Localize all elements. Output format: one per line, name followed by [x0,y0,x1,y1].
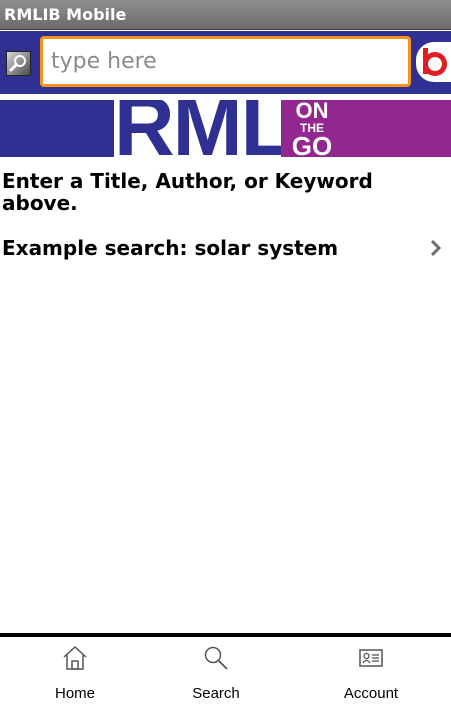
tab-home-label: Home [54,685,95,702]
tab-search-label: Search [192,685,240,702]
bottom-tab-bar: Home Search Account [0,637,451,709]
app-title: RMLIB Mobile [4,5,127,24]
account-card-icon [359,649,383,667]
search-instructions: Enter a Title, Author, or Keyword above. [2,169,373,215]
home-icon [63,645,87,670]
banner-on-text: ON [295,100,329,123]
search-icon [204,646,228,670]
b-logo-icon [423,48,447,76]
example-search-row[interactable]: Example search: solar system [0,234,451,262]
rml-on-the-go-banner: RML ON THE GO [0,100,451,157]
tab-account-label: Account [343,685,399,702]
search-input[interactable] [40,36,411,87]
banner-rml-text: RML [114,100,281,157]
search-bar [0,31,451,94]
banner-go-text: GO [291,131,333,157]
app-title-bar: RMLIB Mobile [0,0,451,30]
tab-home[interactable]: Home [0,637,150,709]
brand-logo[interactable] [416,42,451,82]
chevron-right-icon [430,239,442,257]
banner-on-the-go: ON THE GO [287,100,337,157]
magnifier-icon [9,55,26,72]
search-button[interactable] [6,51,31,76]
tab-account[interactable]: Account [296,637,446,709]
tab-search[interactable]: Search [141,637,291,709]
example-search-text: Example search: solar system [2,236,339,260]
